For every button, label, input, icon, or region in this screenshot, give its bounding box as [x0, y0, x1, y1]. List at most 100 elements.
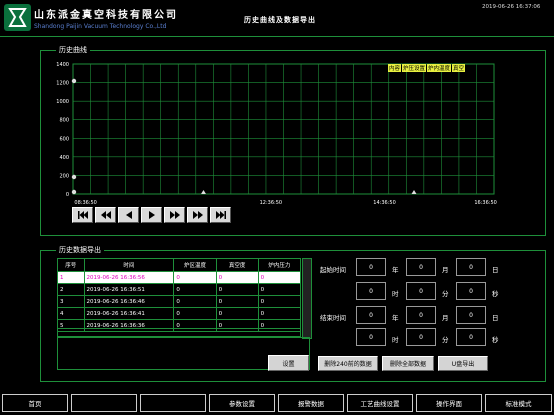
y-tick-label: 800: [59, 118, 69, 124]
legend-item-pressure-set[interactable]: 炉压设置: [402, 64, 427, 72]
standard-mode-button[interactable]: 标准模式: [485, 394, 552, 412]
chart-nav-toolbar: [72, 207, 231, 223]
fast-backward-button[interactable]: [95, 207, 116, 223]
datetime-display: 2019-06-26 16:37:06: [482, 4, 541, 10]
row-temp: 0: [173, 307, 217, 320]
x-cursor-marker[interactable]: [201, 190, 207, 194]
end-second-field[interactable]: 0: [456, 328, 486, 346]
company-name-cn: 山东派金真空科技有限公司: [34, 10, 178, 21]
row-index: 4: [57, 307, 85, 320]
column-header[interactable]: 序号: [57, 258, 85, 272]
hour-unit-label: 时: [392, 336, 399, 344]
y-tick-label: 600: [59, 136, 69, 142]
legend-item-content[interactable]: 内容: [388, 64, 402, 72]
end-minute-field[interactable]: 0: [406, 328, 436, 346]
row-time: 2019-06-26 16:36:46: [83, 295, 175, 308]
footer-button-blank-2[interactable]: [140, 394, 206, 412]
table-row[interactable]: 2 2019-06-26 16:36:51 0 0 0: [57, 283, 302, 296]
usb-export-button[interactable]: U盘导出: [438, 356, 488, 371]
history-curve-title: 历史曲线: [56, 45, 90, 55]
row-pressure: 0: [257, 295, 302, 308]
x-tick-label: 16:36:50: [474, 200, 496, 206]
legend-item-vacuum[interactable]: 真空: [452, 64, 466, 72]
month-unit-label: 月: [442, 266, 449, 274]
process-curve-settings-button[interactable]: 工艺曲线设置: [347, 394, 413, 412]
end-time-label: 结束时间: [320, 314, 346, 322]
play-icon: [148, 211, 155, 219]
chart-legend: 内容 炉压设置 炉内温度 真空: [388, 64, 466, 72]
start-hour-field[interactable]: 0: [356, 282, 386, 300]
row-pressure: 0: [257, 307, 302, 320]
step-backward-icon: [125, 211, 132, 219]
start-month-field[interactable]: 0: [406, 258, 436, 276]
table-header-row: 序号 时间 炉区温度 真空度 炉内压力: [57, 258, 302, 272]
row-temp: 0: [173, 295, 217, 308]
delete-240-button[interactable]: 删除240前的数据: [318, 356, 378, 371]
skip-last-icon: [215, 211, 226, 219]
day-unit-label: 日: [492, 314, 499, 322]
company-name-en: Shandong Paijin Vacuum Technology Co.,Lt…: [34, 23, 167, 30]
table-row[interactable]: 3 2019-06-26 16:36:46 0 0 0: [57, 295, 302, 308]
start-day-field[interactable]: 0: [456, 258, 486, 276]
y-tick-label: 400: [59, 155, 69, 161]
column-header[interactable]: 炉内压力: [257, 258, 302, 272]
table-empty-row: [57, 328, 301, 337]
settings-button[interactable]: 设置: [268, 355, 309, 371]
page-title: 历史曲线及数据导出: [244, 16, 316, 24]
row-vacuum: 0: [215, 295, 259, 308]
step-backward-button[interactable]: [118, 207, 139, 223]
row-index: 1: [57, 271, 85, 284]
column-header[interactable]: 时间: [83, 258, 175, 272]
first-page-button[interactable]: [72, 207, 93, 223]
y-tick-label: 1400: [56, 62, 69, 68]
step-forward-button[interactable]: [164, 207, 185, 223]
row-index: 2: [57, 283, 85, 296]
row-time: 2019-06-26 16:36:41: [83, 307, 175, 320]
start-time-label: 起始时间: [320, 266, 346, 274]
end-month-field[interactable]: 0: [406, 306, 436, 324]
table-row[interactable]: 4 2019-06-26 16:36:41 0 0 0: [57, 307, 302, 320]
end-day-field[interactable]: 0: [456, 306, 486, 324]
chart-markers[interactable]: [71, 78, 417, 195]
play-button[interactable]: [141, 207, 162, 223]
row-time: 2019-06-26 16:36:56: [83, 271, 175, 284]
start-second-field[interactable]: 0: [456, 282, 486, 300]
y-tick-label: 1200: [56, 81, 69, 87]
month-unit-label: 月: [442, 314, 449, 322]
alarm-data-button[interactable]: 报警数据: [278, 394, 344, 412]
x-cursor-marker[interactable]: [411, 190, 417, 194]
column-header[interactable]: 炉区温度: [173, 258, 217, 272]
delete-all-button[interactable]: 删除全部数据: [382, 356, 434, 371]
year-unit-label: 年: [392, 314, 399, 322]
second-unit-label: 秒: [492, 290, 499, 298]
day-unit-label: 日: [492, 266, 499, 274]
fast-backward-icon: [100, 211, 111, 219]
footer-button-blank-1[interactable]: [71, 394, 137, 412]
y-cursor-marker[interactable]: [71, 189, 77, 195]
chart-x-axis: 08:36:50 12:36:50 14:36:50 16:36:50: [74, 200, 496, 206]
last-page-button[interactable]: [210, 207, 231, 223]
x-tick-label: 08:36:50: [74, 200, 96, 206]
end-hour-field[interactable]: 0: [356, 328, 386, 346]
parameter-settings-button[interactable]: 参数设置: [209, 394, 275, 412]
start-year-field[interactable]: 0: [356, 258, 386, 276]
table-row[interactable]: 1 2019-06-26 16:36:56 0 0 0: [57, 271, 302, 284]
y-cursor-marker[interactable]: [71, 174, 77, 180]
row-pressure: 0: [257, 271, 302, 284]
operation-screen-button[interactable]: 操作界面: [416, 394, 482, 412]
minute-unit-label: 分: [442, 336, 449, 344]
column-header[interactable]: 真空度: [215, 258, 259, 272]
minute-unit-label: 分: [442, 290, 449, 298]
end-year-field[interactable]: 0: [356, 306, 386, 324]
history-chart: 1400 1200 1000 800 600 400 200 0 08:36:50 12:36:…: [56, 62, 497, 206]
x-tick-label: 14:36:50: [373, 200, 395, 206]
hour-unit-label: 时: [392, 290, 399, 298]
start-minute-field[interactable]: 0: [406, 282, 436, 300]
home-button[interactable]: 首页: [2, 394, 68, 412]
fast-forward-button[interactable]: [187, 207, 208, 223]
legend-item-furnace-temp[interactable]: 炉内温度: [427, 64, 452, 72]
table-scrollbar[interactable]: [302, 258, 312, 339]
y-cursor-marker[interactable]: [71, 78, 77, 84]
row-vacuum: 0: [215, 271, 259, 284]
skip-first-icon: [77, 211, 88, 219]
